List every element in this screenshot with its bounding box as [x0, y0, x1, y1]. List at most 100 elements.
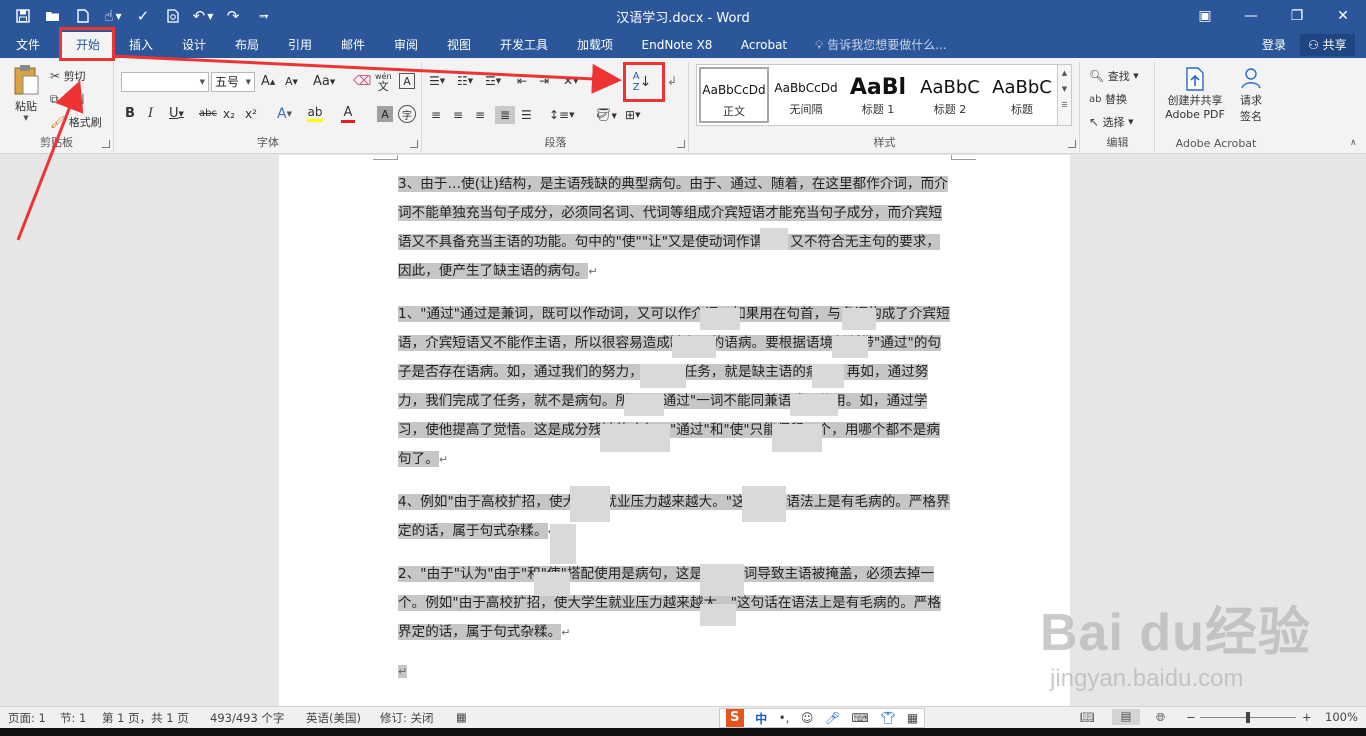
highlight-button[interactable]: ab — [307, 105, 323, 122]
show-marks-icon[interactable]: ↲ — [667, 74, 677, 88]
tab-view[interactable]: 视图 — [438, 32, 480, 58]
text-effects-icon[interactable]: A ▼ — [277, 106, 292, 122]
ime-mode[interactable]: 中 — [755, 710, 767, 727]
tell-me-box[interactable]: 💡︎ 告诉我您想要做什么... — [815, 32, 947, 58]
clear-formatting-icon[interactable]: ⌫ — [353, 74, 371, 89]
tab-mailings[interactable]: 邮件 — [332, 32, 374, 58]
align-center-icon[interactable]: ≡ — [453, 108, 463, 122]
text-direction-icon[interactable]: A — [593, 74, 602, 89]
paragraph[interactable]: 4、例如"由于高校扩招，使大学生就业压力越来越大。"这句话在语法上是有毛病的。严… — [398, 488, 952, 546]
italic-button[interactable]: I — [148, 106, 153, 121]
style-title[interactable]: AaBbC 标题 — [987, 67, 1057, 123]
share-button[interactable]: ⚇ 共享 — [1300, 34, 1355, 56]
styles-launcher-icon[interactable] — [1068, 140, 1076, 148]
borders-icon[interactable]: ⊞ ▼ — [625, 108, 640, 122]
minimize-icon[interactable]: — — [1228, 0, 1274, 32]
zoom-slider-thumb[interactable] — [1246, 712, 1250, 723]
status-section[interactable]: 节: 1 — [60, 710, 86, 726]
document-body[interactable]: 3、由于…使(让)结构，是主语残缺的典型病句。由于、通过、随着，在这里都作介词，… — [398, 170, 952, 686]
bold-button[interactable]: B — [125, 106, 135, 121]
status-page[interactable]: 页面: 1 — [8, 710, 46, 726]
character-border-button[interactable]: A — [399, 73, 415, 89]
login-link[interactable]: 登录 — [1262, 32, 1286, 58]
tab-layout[interactable]: 布局 — [226, 32, 268, 58]
zoom-slider[interactable] — [1200, 712, 1296, 723]
emoji-icon[interactable]: ☺ — [801, 711, 814, 725]
font-color-button[interactable]: A — [341, 105, 355, 123]
enclose-characters-icon[interactable]: 字 — [398, 105, 416, 123]
multilevel-list-icon[interactable]: ☲ ▼ — [485, 74, 501, 88]
font-name-combo[interactable]: ▼ — [121, 72, 209, 92]
style-no-spacing[interactable]: AaBbCcDd 无间隔 — [771, 67, 841, 123]
subscript-button[interactable]: x₂ — [223, 107, 235, 121]
ime-toolbar[interactable]: S 中 •, ☺ 🎤︎ ⌨ 👕︎ ▦ — [719, 708, 925, 728]
align-right-icon[interactable]: ≡ — [475, 108, 485, 122]
macro-icon[interactable]: ▦ — [456, 710, 467, 724]
empty-paragraph[interactable]: ↵ — [398, 657, 952, 686]
status-word-count[interactable]: 493/493 个字 — [210, 710, 284, 726]
cut-button[interactable]: ✂ 剪切 — [50, 68, 86, 84]
tab-addins[interactable]: 加载项 — [568, 32, 622, 58]
chinese-layout-icon[interactable]: ✕ ▼ — [563, 74, 578, 88]
grow-font-button[interactable]: A ▲ — [261, 74, 275, 89]
format-painter-button[interactable]: 🖌︎ 格式刷 — [50, 114, 102, 130]
font-size-combo[interactable]: 五号 ▼ — [211, 72, 255, 92]
increase-indent-icon[interactable]: ⇥ — [539, 74, 549, 88]
paragraph[interactable]: 3、由于…使(让)结构，是主语残缺的典型病句。由于、通过、随着，在这里都作介词，… — [398, 170, 952, 286]
collapse-ribbon-icon[interactable]: ∧ — [1350, 138, 1357, 148]
clipboard-launcher-icon[interactable] — [102, 140, 110, 148]
close-icon[interactable]: ✕ — [1320, 0, 1366, 32]
tab-developer[interactable]: 开发工具 — [492, 32, 556, 58]
skin-icon[interactable]: 👕︎ — [880, 711, 895, 725]
paste-button[interactable]: 粘贴 ▼ — [8, 64, 44, 128]
punctuation-icon[interactable]: •, — [779, 711, 790, 725]
select-button[interactable]: ↖ 选择 ▼ — [1089, 114, 1133, 130]
shading-icon[interactable]: 🪣︎ ▼ — [595, 108, 617, 123]
chevron-down-icon[interactable]: ▼ — [1058, 85, 1071, 93]
tab-endnote[interactable]: EndNote X8 — [634, 32, 720, 58]
tab-insert[interactable]: 插入 — [120, 32, 162, 58]
restore-icon[interactable]: ❐ — [1274, 0, 1320, 32]
copy-button[interactable]: ⧉ 复制 — [50, 91, 84, 107]
phonetic-guide-button[interactable]: wén 文 — [375, 72, 392, 92]
tab-references[interactable]: 引用 — [279, 32, 321, 58]
sogou-logo-icon[interactable]: S — [725, 709, 744, 727]
align-left-icon[interactable]: ≡ — [431, 108, 441, 122]
status-track-changes[interactable]: 修订: 关闭 — [380, 710, 434, 726]
superscript-button[interactable]: x² — [245, 107, 257, 121]
ribbon-display-icon[interactable]: ▣ — [1182, 0, 1228, 32]
read-mode-icon[interactable]: 📖︎ — [1080, 710, 1095, 724]
gallery-scroll[interactable]: ▲ ▼ ☰ — [1058, 64, 1072, 126]
replace-button[interactable]: ab 替换 — [1089, 91, 1127, 107]
microphone-icon[interactable]: 🎤︎ — [825, 711, 840, 725]
gallery-more-icon[interactable]: ☰ — [1058, 101, 1071, 109]
bullets-icon[interactable]: ☰ ▼ — [429, 74, 445, 88]
style-normal[interactable]: AaBbCcDd 正文 — [699, 67, 769, 123]
distributed-icon[interactable]: ☰ — [521, 108, 532, 122]
status-page-of[interactable]: 第 1 页，共 1 页 — [102, 710, 189, 726]
toolbox-icon[interactable]: ▦ — [907, 711, 918, 725]
tab-acrobat[interactable]: Acrobat — [732, 32, 796, 58]
style-heading-1[interactable]: AaBl 标题 1 — [843, 67, 913, 123]
web-layout-icon[interactable]: 🌐︎ — [1156, 710, 1165, 725]
line-spacing-icon[interactable]: ↕≡ ▼ — [549, 108, 575, 122]
tab-review[interactable]: 审阅 — [385, 32, 427, 58]
zoom-level[interactable]: 100% — [1325, 710, 1358, 724]
decrease-indent-icon[interactable]: ⇤ — [517, 74, 527, 88]
status-language[interactable]: 英语(美国) — [306, 710, 361, 726]
tab-design[interactable]: 设计 — [173, 32, 215, 58]
font-launcher-icon[interactable] — [410, 140, 418, 148]
tab-file[interactable]: 文件 — [4, 32, 52, 58]
print-layout-icon[interactable]: ▤ — [1112, 709, 1140, 725]
find-button[interactable]: 🔍︎ 查找 ▼ — [1089, 68, 1139, 84]
paragraph-launcher-icon[interactable] — [677, 140, 685, 148]
character-shading-button[interactable]: A — [377, 106, 393, 122]
justify-icon[interactable]: ≣ — [495, 106, 515, 124]
request-signature-button[interactable]: 请求 签名 — [1234, 66, 1268, 124]
shrink-font-button[interactable]: A ▼ — [285, 75, 298, 88]
chevron-up-icon[interactable]: ▲ — [1058, 69, 1071, 77]
style-heading-2[interactable]: AaBbC 标题 2 — [915, 67, 985, 123]
zoom-out-icon[interactable]: − — [1186, 710, 1196, 724]
paragraph[interactable]: 2、"由于"认为"由于"和"使"搭配使用是病句，这是因为介词导致主语被掩盖，必须… — [398, 560, 952, 647]
strikethrough-button[interactable]: abc — [199, 108, 217, 119]
